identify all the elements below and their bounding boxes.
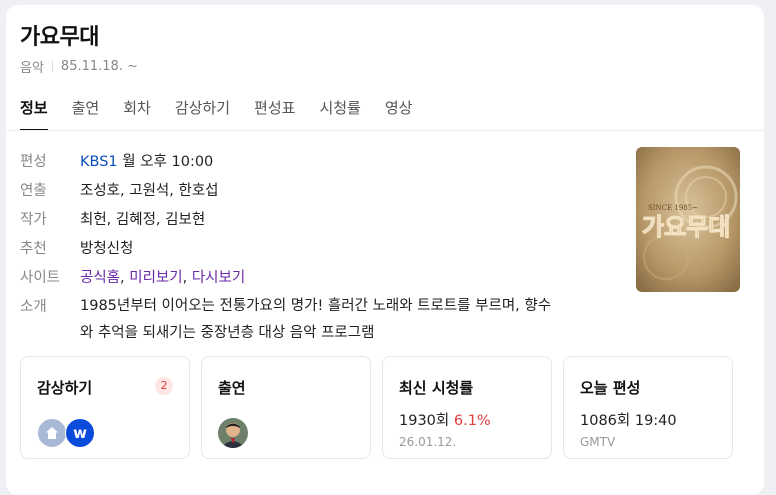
program-info-card: 가요무대 음악 85.11.18. ~ 정보 출연 회차 감상하기 편성표 시청… — [6, 5, 764, 495]
tab-info[interactable]: 정보 — [20, 97, 48, 131]
rating-date: 26.01.12. — [399, 435, 457, 449]
watch-count-badge: 2 — [155, 377, 173, 395]
today-channel: GMTV — [580, 435, 616, 449]
rating-card-title: 최신 시청률 — [399, 379, 474, 397]
broadcast-label: 편성 — [20, 154, 47, 170]
tab-cast[interactable]: 출연 — [72, 97, 100, 130]
today-schedule-card[interactable]: 오늘 편성 1086회 19:40 GMTV — [563, 356, 733, 459]
tab-episodes[interactable]: 회차 — [123, 97, 151, 130]
watch-service-icons: w — [37, 418, 95, 448]
tab-watch[interactable]: 감상하기 — [175, 97, 230, 130]
program-title[interactable]: 가요무대 — [20, 19, 99, 51]
today-card-title: 오늘 편성 — [580, 379, 641, 397]
audience-apply-link[interactable]: 방청신청 — [80, 235, 133, 264]
site-label: 사이트 — [20, 270, 61, 286]
writer-label: 작가 — [20, 212, 47, 228]
row-intro: 소개 1985년부터 이어오는 전통가요의 명가! 흘러간 노래와 트로트를 부… — [20, 293, 620, 347]
row-recommend: 추천 방청신청 — [20, 235, 620, 264]
cast-avatar[interactable] — [218, 418, 248, 448]
rating-episode: 1930회 — [399, 413, 450, 429]
rating-percent: 6.1% — [453, 413, 491, 429]
intro-text: 1985년부터 이어오는 전통가요의 명가! 흘러간 노래와 트로트를 부르며,… — [80, 293, 551, 347]
watch-card[interactable]: 감상하기 2 w — [20, 356, 190, 459]
directors-text: 조성호, 고원석, 한호섭 — [80, 183, 219, 199]
meta-divider — [51, 61, 53, 72]
row-director: 연출 조성호, 고원석, 한호섭 — [20, 177, 620, 206]
tab-bar: 정보 출연 회차 감상하기 편성표 시청률 영상 — [20, 97, 436, 131]
preview-link[interactable]: 미리보기 — [129, 270, 182, 286]
info-list: 편성 KBS1 월 오후 10:00 연출 조성호, 고원석, 한호섭 작가 최… — [20, 148, 620, 347]
watch-card-title: 감상하기 — [37, 379, 93, 397]
cast-card[interactable]: 출연 — [201, 356, 371, 459]
official-home-link[interactable]: 공식홈 — [80, 270, 120, 286]
tab-schedule[interactable]: 편성표 — [254, 97, 295, 130]
summary-cards: 감상하기 2 w 출연 최신 시청률 1930회 6.1% 26.01.12. … — [20, 356, 733, 459]
start-date-text: 85.11.18. ~ — [60, 59, 138, 74]
genre-text: 음악 — [20, 61, 44, 76]
rating-value: 1930회 6.1% — [399, 409, 491, 430]
poster-image: SINCE 1985~ 가요무대 — [636, 147, 740, 292]
today-episode-time: 1086회 19:40 — [580, 413, 677, 429]
rating-card[interactable]: 최신 시청률 1930회 6.1% 26.01.12. — [382, 356, 552, 459]
row-site: 사이트 공식홈, 미리보기, 다시보기 — [20, 264, 620, 293]
tab-divider — [6, 130, 764, 131]
home-icon[interactable] — [37, 418, 67, 448]
program-meta: 음악 85.11.18. ~ — [20, 57, 138, 76]
wavve-letter: w — [73, 424, 87, 442]
intro-line-2: 와 추억을 되새기는 중장년층 대상 음악 프로그램 — [80, 325, 375, 341]
channel-link[interactable]: KBS1 — [80, 154, 118, 170]
director-label: 연출 — [20, 183, 47, 199]
row-broadcast: 편성 KBS1 월 오후 10:00 — [20, 148, 620, 177]
poster-logo-text: 가요무대 — [642, 213, 730, 241]
recommend-label: 추천 — [20, 241, 47, 257]
tab-video[interactable]: 영상 — [385, 97, 413, 130]
intro-line-1: 1985년부터 이어오는 전통가요의 명가! 흘러간 노래와 트로트를 부르며,… — [80, 298, 552, 314]
writers-text: 최헌, 김혜정, 김보현 — [80, 212, 206, 228]
intro-label: 소개 — [20, 299, 47, 315]
wavve-icon[interactable]: w — [65, 418, 95, 448]
poster-since-text: SINCE 1985~ — [648, 204, 698, 212]
program-poster[interactable]: SINCE 1985~ 가요무대 — [636, 147, 740, 292]
schedule-text: 월 오후 10:00 — [122, 154, 214, 170]
cast-card-title: 출연 — [218, 379, 246, 397]
tab-ratings[interactable]: 시청률 — [319, 97, 360, 130]
replay-link[interactable]: 다시보기 — [192, 270, 245, 286]
row-writer: 작가 최헌, 김혜정, 김보현 — [20, 206, 620, 235]
